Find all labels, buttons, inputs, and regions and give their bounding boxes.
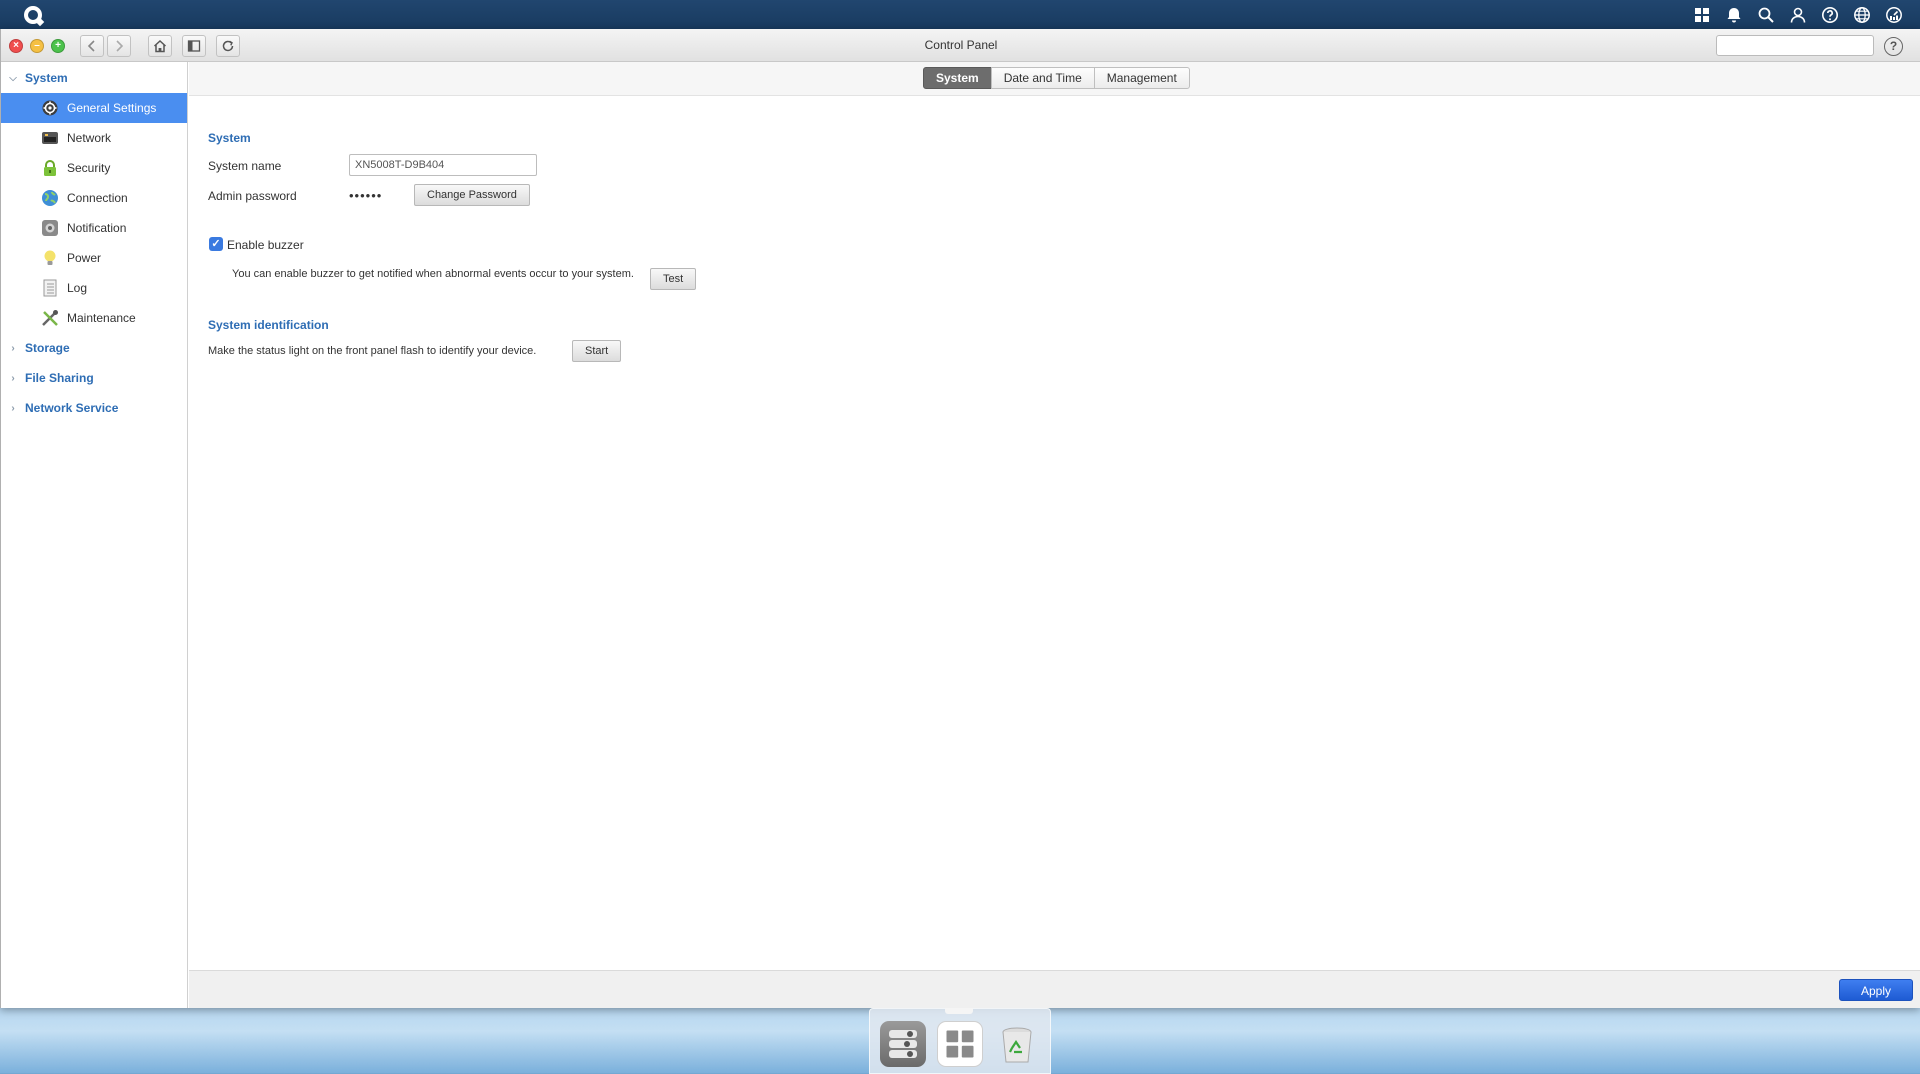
sidebar-item-connection[interactable]: Connection — [1, 183, 187, 213]
sidebar-item-security[interactable]: Security — [1, 153, 187, 183]
recycle-bin-icon — [1002, 1027, 1032, 1063]
app-grid-icon — [946, 1030, 974, 1058]
log-icon — [41, 279, 59, 297]
dock-app-main-menu[interactable] — [937, 1021, 983, 1067]
sidebar-item-label: General Settings — [67, 101, 157, 115]
dock-handle[interactable] — [945, 1008, 973, 1014]
globe-icon — [41, 189, 59, 207]
change-password-button[interactable]: Change Password — [414, 184, 530, 206]
sidebar-group-label: File Sharing — [25, 371, 94, 385]
tab-date-and-time[interactable]: Date and Time — [990, 67, 1095, 89]
sidebar-group-label: Network Service — [25, 401, 119, 415]
user-icon[interactable] — [1782, 0, 1814, 29]
chevron-right-icon: › — [11, 372, 15, 384]
sidebar-item-general-settings[interactable]: General Settings — [1, 93, 187, 123]
control-panel-icon — [889, 1030, 917, 1058]
help-button[interactable]: ? — [1884, 37, 1903, 56]
window-maximize-button[interactable]: + — [51, 39, 65, 53]
section-title-system: System — [208, 131, 251, 145]
chevron-down-icon: ⌵ — [9, 72, 17, 84]
sidebar-item-network[interactable]: Network — [1, 123, 187, 153]
identification-description: Make the status light on the front panel… — [208, 345, 537, 357]
help-circle-icon[interactable] — [1814, 0, 1846, 29]
lock-icon — [41, 159, 59, 177]
sidebar-item-label: Network — [67, 131, 112, 145]
sidebar-item-label: Security — [67, 161, 111, 175]
tab-bar: System Date and Time Management — [923, 67, 1190, 89]
enable-buzzer-checkbox[interactable]: ✓ — [209, 237, 223, 251]
sidebar-group-file-sharing[interactable]: › File Sharing — [1, 363, 187, 393]
window-footer: Apply — [189, 970, 1920, 1008]
sidebar-group-label: System — [25, 71, 68, 85]
globe-icon[interactable] — [1846, 0, 1878, 29]
tab-management[interactable]: Management — [1093, 67, 1190, 89]
window-title: Control Panel — [924, 38, 998, 52]
window-minimize-button[interactable]: – — [30, 39, 44, 53]
forward-button[interactable] — [107, 35, 131, 57]
sidebar-item-label: Maintenance — [67, 311, 136, 325]
enable-buzzer-label: Enable buzzer — [227, 238, 304, 252]
window-close-button[interactable]: × — [9, 39, 23, 53]
sidebar-item-log[interactable]: Log — [1, 273, 187, 303]
apply-button[interactable]: Apply — [1839, 979, 1913, 1001]
sidebar-item-power[interactable]: Power — [1, 243, 187, 273]
sidebar-group-system[interactable]: ⌵ System — [1, 63, 187, 93]
admin-password-mask: •••••• — [349, 188, 383, 203]
sidebar-item-label: Notification — [67, 221, 127, 235]
dock-app-control-panel[interactable] — [880, 1021, 926, 1067]
dock — [869, 1008, 1051, 1074]
top-taskbar — [0, 0, 1920, 29]
refresh-button[interactable] — [216, 35, 240, 57]
home-button[interactable] — [148, 35, 172, 57]
admin-password-label: Admin password — [208, 189, 297, 203]
network-icon — [41, 129, 59, 147]
dashboard-gauge-icon[interactable] — [1878, 0, 1910, 29]
section-title-system-identification: System identification — [208, 318, 329, 332]
sidebar-item-label: Log — [67, 281, 88, 295]
chevron-right-icon: › — [11, 402, 15, 414]
system-name-label: System name — [208, 159, 282, 173]
search-field[interactable] — [1716, 35, 1880, 56]
sidebar: ⌵ System General Settings Network Securi… — [1, 62, 188, 1008]
sidebar-item-label: Connection — [67, 191, 128, 205]
refresh-icon — [222, 40, 234, 52]
qnap-logo-icon[interactable] — [24, 5, 42, 24]
sidebar-group-network-service[interactable]: › Network Service — [1, 393, 187, 423]
bell-icon[interactable] — [1718, 0, 1750, 29]
app-grid-icon[interactable] — [1686, 0, 1718, 29]
sidebar-toggle-icon — [187, 40, 201, 52]
chevron-right-icon — [116, 40, 124, 52]
sidebar-item-label: Power — [67, 251, 102, 265]
search-icon[interactable] — [1750, 0, 1782, 29]
sidebar-group-storage[interactable]: › Storage — [1, 333, 187, 363]
toggle-sidebar-button[interactable] — [182, 35, 206, 57]
sidebar-item-notification[interactable]: Notification — [1, 213, 187, 243]
chevron-right-icon: › — [11, 342, 15, 354]
bulb-icon — [41, 249, 59, 267]
back-button[interactable] — [80, 35, 104, 57]
control-panel-window: × – + Control Panel ? ⌵ System General S… — [0, 29, 1920, 1008]
sidebar-group-label: Storage — [25, 341, 70, 355]
gear-icon — [41, 99, 59, 117]
sidebar-item-maintenance[interactable]: Maintenance — [1, 303, 187, 333]
tools-icon — [41, 309, 59, 327]
start-identification-button[interactable]: Start — [572, 340, 622, 362]
window-toolbar: × – + Control Panel ? — [1, 29, 1920, 62]
search-input[interactable] — [1725, 36, 1880, 55]
home-icon — [153, 39, 167, 53]
test-buzzer-button[interactable]: Test — [650, 268, 697, 290]
notification-icon — [41, 219, 59, 237]
dock-app-recycle-bin[interactable] — [994, 1021, 1040, 1067]
buzzer-description: You can enable buzzer to get notified wh… — [232, 268, 634, 280]
tab-system[interactable]: System — [923, 67, 992, 89]
chevron-left-icon — [87, 40, 95, 52]
system-name-input[interactable] — [349, 154, 537, 176]
taskbar-icons — [1686, 0, 1910, 29]
